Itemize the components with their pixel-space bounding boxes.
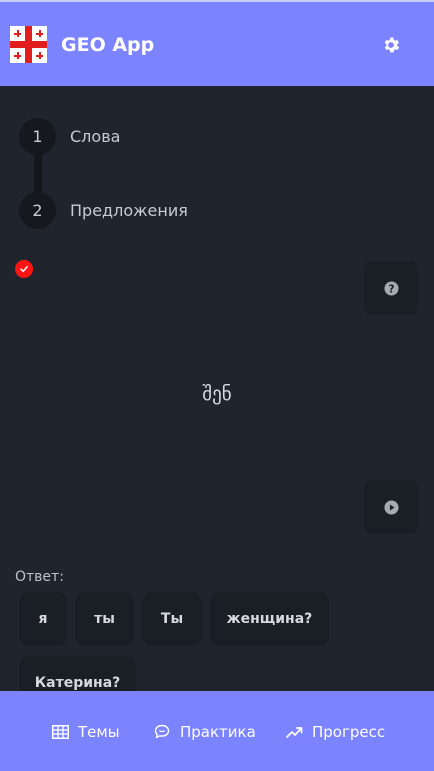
- nav-label-themes: Темы: [78, 723, 120, 741]
- step-2-label[interactable]: Предложения: [70, 201, 188, 220]
- help-button[interactable]: ?: [364, 261, 418, 315]
- check-circle-icon: [15, 260, 33, 278]
- nav-label-practice: Практика: [180, 723, 256, 741]
- answer-option[interactable]: Ты: [142, 592, 202, 646]
- play-icon: [383, 499, 399, 515]
- answer-option[interactable]: ты: [75, 592, 134, 646]
- nav-label-progress: Прогресс: [312, 723, 386, 741]
- app-header: GEO App: [0, 0, 434, 86]
- settings-button[interactable]: [381, 35, 401, 55]
- answer-option[interactable]: я: [19, 592, 67, 646]
- step-2-circle[interactable]: 2: [19, 192, 56, 229]
- svg-text:?: ?: [388, 283, 394, 295]
- answer-option[interactable]: женщина?: [210, 592, 329, 646]
- bottom-nav: Темы Практика Прогресс: [0, 691, 434, 771]
- nav-item-themes[interactable]: Темы: [52, 720, 120, 744]
- nav-item-progress[interactable]: Прогресс: [286, 720, 385, 744]
- nav-item-practice[interactable]: Практика: [154, 720, 256, 744]
- gear-icon: [384, 37, 400, 53]
- georgia-flag-icon: [10, 26, 47, 63]
- chat-icon: [154, 724, 170, 739]
- table-icon: [52, 725, 69, 739]
- trend-up-icon: [286, 727, 303, 738]
- app-root: GEO App 1 Слова 2 Предложения ? შენ Отве…: [0, 0, 434, 771]
- step-1-circle[interactable]: 1: [19, 118, 56, 155]
- app-title: GEO App: [61, 34, 155, 56]
- step-1-label[interactable]: Слова: [70, 127, 120, 146]
- question-word: შენ: [202, 383, 232, 405]
- answer-label: Ответ:: [15, 569, 64, 585]
- play-audio-button[interactable]: [364, 480, 418, 534]
- question-icon: ?: [383, 280, 399, 296]
